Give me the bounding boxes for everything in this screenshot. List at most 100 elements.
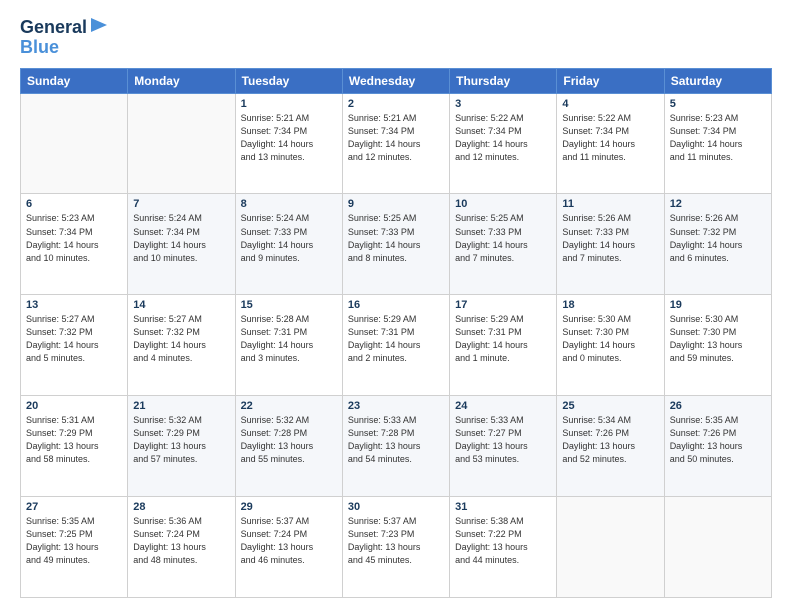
day-info: Sunrise: 5:37 AM Sunset: 7:23 PM Dayligh… — [348, 515, 444, 567]
calendar-cell: 12Sunrise: 5:26 AM Sunset: 7:32 PM Dayli… — [664, 194, 771, 295]
day-info: Sunrise: 5:37 AM Sunset: 7:24 PM Dayligh… — [241, 515, 337, 567]
day-info: Sunrise: 5:36 AM Sunset: 7:24 PM Dayligh… — [133, 515, 229, 567]
day-info: Sunrise: 5:38 AM Sunset: 7:22 PM Dayligh… — [455, 515, 551, 567]
calendar-cell: 18Sunrise: 5:30 AM Sunset: 7:30 PM Dayli… — [557, 295, 664, 396]
day-info: Sunrise: 5:32 AM Sunset: 7:28 PM Dayligh… — [241, 414, 337, 466]
calendar-header-monday: Monday — [128, 68, 235, 93]
calendar-cell: 16 Sunrise: 5:29 AM Sunset: 7:31 PM Dayli… — [342, 295, 449, 396]
day-number: 31 — [455, 501, 551, 513]
calendar-cell: 2 Sunrise: 5:21 AM Sunset: 7:34 PM Daylig… — [342, 93, 449, 194]
day-number: 28 — [133, 501, 229, 513]
calendar-header-tuesday: Tuesday — [235, 68, 342, 93]
day-info: Sunrise: 5:23 AM Sunset: 7:34 PM Dayligh… — [670, 112, 766, 164]
day-number: 23 — [348, 400, 444, 412]
day-info: Sunrise: 5:27 AM Sunset: 7:32 PM Dayligh… — [133, 313, 229, 365]
day-info: Sunrise: 5:21 AM Sunset: 7:34 PM Dayligh… — [241, 112, 337, 164]
day-info: Sunrise: 5:23 AM Sunset: 7:34 PM Dayligh… — [26, 212, 122, 264]
day-info: Sunrise: 5:34 AM Sunset: 7:26 PM Dayligh… — [562, 414, 658, 466]
day-number: 12 — [670, 198, 766, 210]
day-info: Sunrise: 5:31 AM Sunset: 7:29 PM Dayligh… — [26, 414, 122, 466]
calendar-week-2: 6 Sunrise: 5:23 AM Sunset: 7:34 PM Daylig… — [21, 194, 772, 295]
calendar-header-thursday: Thursday — [450, 68, 557, 93]
day-info: Sunrise: 5:33 AM Sunset: 7:27 PM Dayligh… — [455, 414, 551, 466]
calendar-table: SundayMondayTuesdayWednesdayThursdayFrid… — [20, 68, 772, 598]
day-info: Sunrise: 5:24 AM Sunset: 7:33 PM Dayligh… — [241, 212, 337, 264]
day-number: 14 — [133, 299, 229, 311]
calendar-cell: 10Sunrise: 5:25 AM Sunset: 7:33 PM Dayli… — [450, 194, 557, 295]
calendar-header-saturday: Saturday — [664, 68, 771, 93]
day-info: Sunrise: 5:24 AM Sunset: 7:34 PM Dayligh… — [133, 212, 229, 264]
day-info: Sunrise: 5:29 AM Sunset: 7:31 PM Dayligh… — [348, 313, 444, 365]
day-number: 8 — [241, 198, 337, 210]
day-number: 5 — [670, 98, 766, 110]
day-number: 20 — [26, 400, 122, 412]
day-info: Sunrise: 5:22 AM Sunset: 7:34 PM Dayligh… — [455, 112, 551, 164]
day-number: 24 — [455, 400, 551, 412]
calendar-cell: 26 Sunrise: 5:35 AM Sunset: 7:26 PM Dayli… — [664, 396, 771, 497]
calendar-week-5: 27Sunrise: 5:35 AM Sunset: 7:25 PM Dayli… — [21, 497, 772, 598]
calendar-cell: 5 Sunrise: 5:23 AM Sunset: 7:34 PM Daylig… — [664, 93, 771, 194]
calendar-header-friday: Friday — [557, 68, 664, 93]
logo-arrow-icon — [91, 18, 107, 32]
calendar-cell — [21, 93, 128, 194]
calendar-cell: 9 Sunrise: 5:25 AM Sunset: 7:33 PM Daylig… — [342, 194, 449, 295]
calendar-week-1: 1 Sunrise: 5:21 AM Sunset: 7:34 PM Daylig… — [21, 93, 772, 194]
calendar-cell: 1 Sunrise: 5:21 AM Sunset: 7:34 PM Daylig… — [235, 93, 342, 194]
day-number: 1 — [241, 98, 337, 110]
day-info: Sunrise: 5:32 AM Sunset: 7:29 PM Dayligh… — [133, 414, 229, 466]
day-info: Sunrise: 5:35 AM Sunset: 7:26 PM Dayligh… — [670, 414, 766, 466]
day-number: 22 — [241, 400, 337, 412]
calendar-cell: 27Sunrise: 5:35 AM Sunset: 7:25 PM Dayli… — [21, 497, 128, 598]
day-number: 7 — [133, 198, 229, 210]
day-info: Sunrise: 5:21 AM Sunset: 7:34 PM Dayligh… — [348, 112, 444, 164]
day-info: Sunrise: 5:28 AM Sunset: 7:31 PM Dayligh… — [241, 313, 337, 365]
day-number: 9 — [348, 198, 444, 210]
day-number: 26 — [670, 400, 766, 412]
day-info: Sunrise: 5:26 AM Sunset: 7:33 PM Dayligh… — [562, 212, 658, 264]
day-number: 29 — [241, 501, 337, 513]
day-number: 15 — [241, 299, 337, 311]
day-number: 3 — [455, 98, 551, 110]
calendar-cell: 23 Sunrise: 5:33 AM Sunset: 7:28 PM Dayli… — [342, 396, 449, 497]
calendar-cell: 4 Sunrise: 5:22 AM Sunset: 7:34 PM Daylig… — [557, 93, 664, 194]
calendar-cell: 30 Sunrise: 5:37 AM Sunset: 7:23 PM Dayli… — [342, 497, 449, 598]
day-number: 25 — [562, 400, 658, 412]
day-number: 16 — [348, 299, 444, 311]
day-number: 11 — [562, 198, 658, 210]
calendar-cell: 13Sunrise: 5:27 AM Sunset: 7:32 PM Dayli… — [21, 295, 128, 396]
day-info: Sunrise: 5:33 AM Sunset: 7:28 PM Dayligh… — [348, 414, 444, 466]
calendar-week-3: 13Sunrise: 5:27 AM Sunset: 7:32 PM Dayli… — [21, 295, 772, 396]
day-info: Sunrise: 5:25 AM Sunset: 7:33 PM Dayligh… — [348, 212, 444, 264]
day-number: 19 — [670, 299, 766, 311]
calendar-cell — [128, 93, 235, 194]
calendar-cell: 29 Sunrise: 5:37 AM Sunset: 7:24 PM Dayli… — [235, 497, 342, 598]
logo: General Blue — [20, 18, 107, 58]
day-number: 6 — [26, 198, 122, 210]
calendar-cell: 19 Sunrise: 5:30 AM Sunset: 7:30 PM Dayli… — [664, 295, 771, 396]
calendar-header-row: SundayMondayTuesdayWednesdayThursdayFrid… — [21, 68, 772, 93]
day-number: 2 — [348, 98, 444, 110]
calendar-cell: 24 Sunrise: 5:33 AM Sunset: 7:27 PM Dayli… — [450, 396, 557, 497]
day-number: 4 — [562, 98, 658, 110]
day-number: 21 — [133, 400, 229, 412]
calendar-cell: 20 Sunrise: 5:31 AM Sunset: 7:29 PM Dayli… — [21, 396, 128, 497]
calendar-cell: 31 Sunrise: 5:38 AM Sunset: 7:22 PM Dayli… — [450, 497, 557, 598]
day-info: Sunrise: 5:30 AM Sunset: 7:30 PM Dayligh… — [670, 313, 766, 365]
calendar-cell: 22 Sunrise: 5:32 AM Sunset: 7:28 PM Dayli… — [235, 396, 342, 497]
calendar-cell: 21 Sunrise: 5:32 AM Sunset: 7:29 PM Dayli… — [128, 396, 235, 497]
day-info: Sunrise: 5:27 AM Sunset: 7:32 PM Dayligh… — [26, 313, 122, 365]
calendar-cell: 15 Sunrise: 5:28 AM Sunset: 7:31 PM Dayli… — [235, 295, 342, 396]
header: General Blue — [20, 18, 772, 58]
calendar-cell: 11 Sunrise: 5:26 AM Sunset: 7:33 PM Dayli… — [557, 194, 664, 295]
calendar-cell: 6 Sunrise: 5:23 AM Sunset: 7:34 PM Daylig… — [21, 194, 128, 295]
calendar-cell: 14 Sunrise: 5:27 AM Sunset: 7:32 PM Dayli… — [128, 295, 235, 396]
day-info: Sunrise: 5:22 AM Sunset: 7:34 PM Dayligh… — [562, 112, 658, 164]
calendar-cell: 8 Sunrise: 5:24 AM Sunset: 7:33 PM Daylig… — [235, 194, 342, 295]
day-number: 18 — [562, 299, 658, 311]
calendar-cell — [664, 497, 771, 598]
day-info: Sunrise: 5:25 AM Sunset: 7:33 PM Dayligh… — [455, 212, 551, 264]
day-number: 30 — [348, 501, 444, 513]
day-number: 17 — [455, 299, 551, 311]
day-info: Sunrise: 5:29 AM Sunset: 7:31 PM Dayligh… — [455, 313, 551, 365]
calendar-header-wednesday: Wednesday — [342, 68, 449, 93]
